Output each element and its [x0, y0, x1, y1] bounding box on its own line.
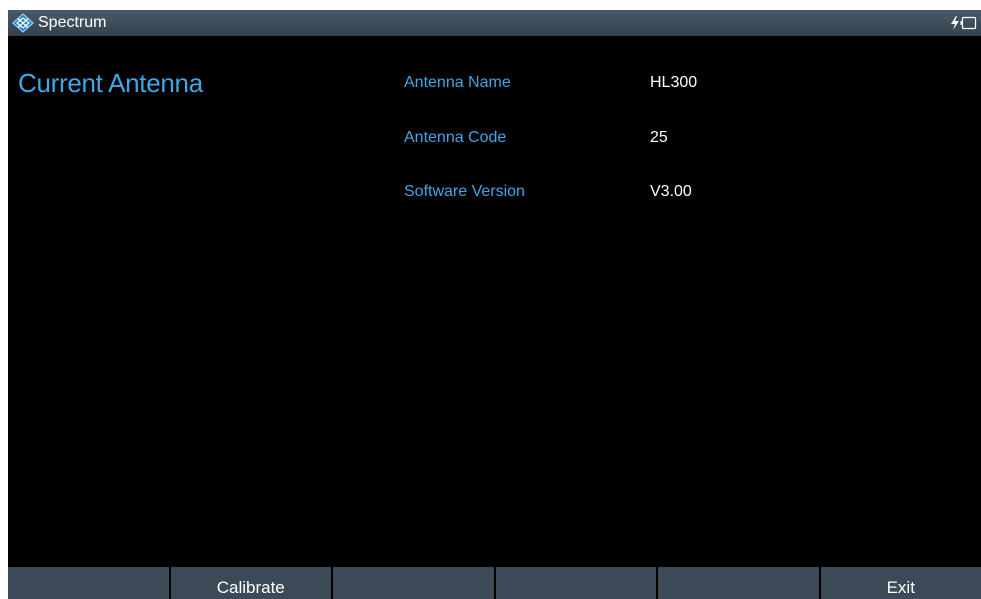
software-version-value: V3.00: [650, 183, 692, 200]
softkey-5[interactable]: [658, 567, 821, 599]
title-bar: Spectrum: [8, 10, 981, 36]
antenna-code-label: Antenna Code: [404, 129, 507, 146]
status-icons: [949, 14, 977, 32]
exit-softkey[interactable]: Exit: [820, 567, 981, 599]
battery-icon: [960, 16, 977, 30]
lightning-icon: [951, 16, 959, 30]
softkey-4[interactable]: [495, 567, 658, 599]
softkey-3[interactable]: [333, 567, 496, 599]
antenna-code-value: 25: [650, 129, 668, 146]
antenna-name-value: HL300: [650, 74, 698, 91]
app-title: Spectrum: [38, 14, 107, 31]
softkey-1[interactable]: [8, 567, 171, 599]
antenna-name-label: Antenna Name: [404, 74, 511, 91]
instrument-screen: Spectrum Current Antenna Antenna Name HL…: [8, 10, 981, 599]
softkey-bar: Calibrate Exit: [8, 567, 981, 599]
software-version-label: Software Version: [404, 183, 525, 200]
panel-title: Current Antenna: [18, 68, 203, 98]
rohde-schwarz-diamond-icon: [12, 13, 34, 33]
calibrate-softkey[interactable]: Calibrate: [170, 567, 333, 599]
